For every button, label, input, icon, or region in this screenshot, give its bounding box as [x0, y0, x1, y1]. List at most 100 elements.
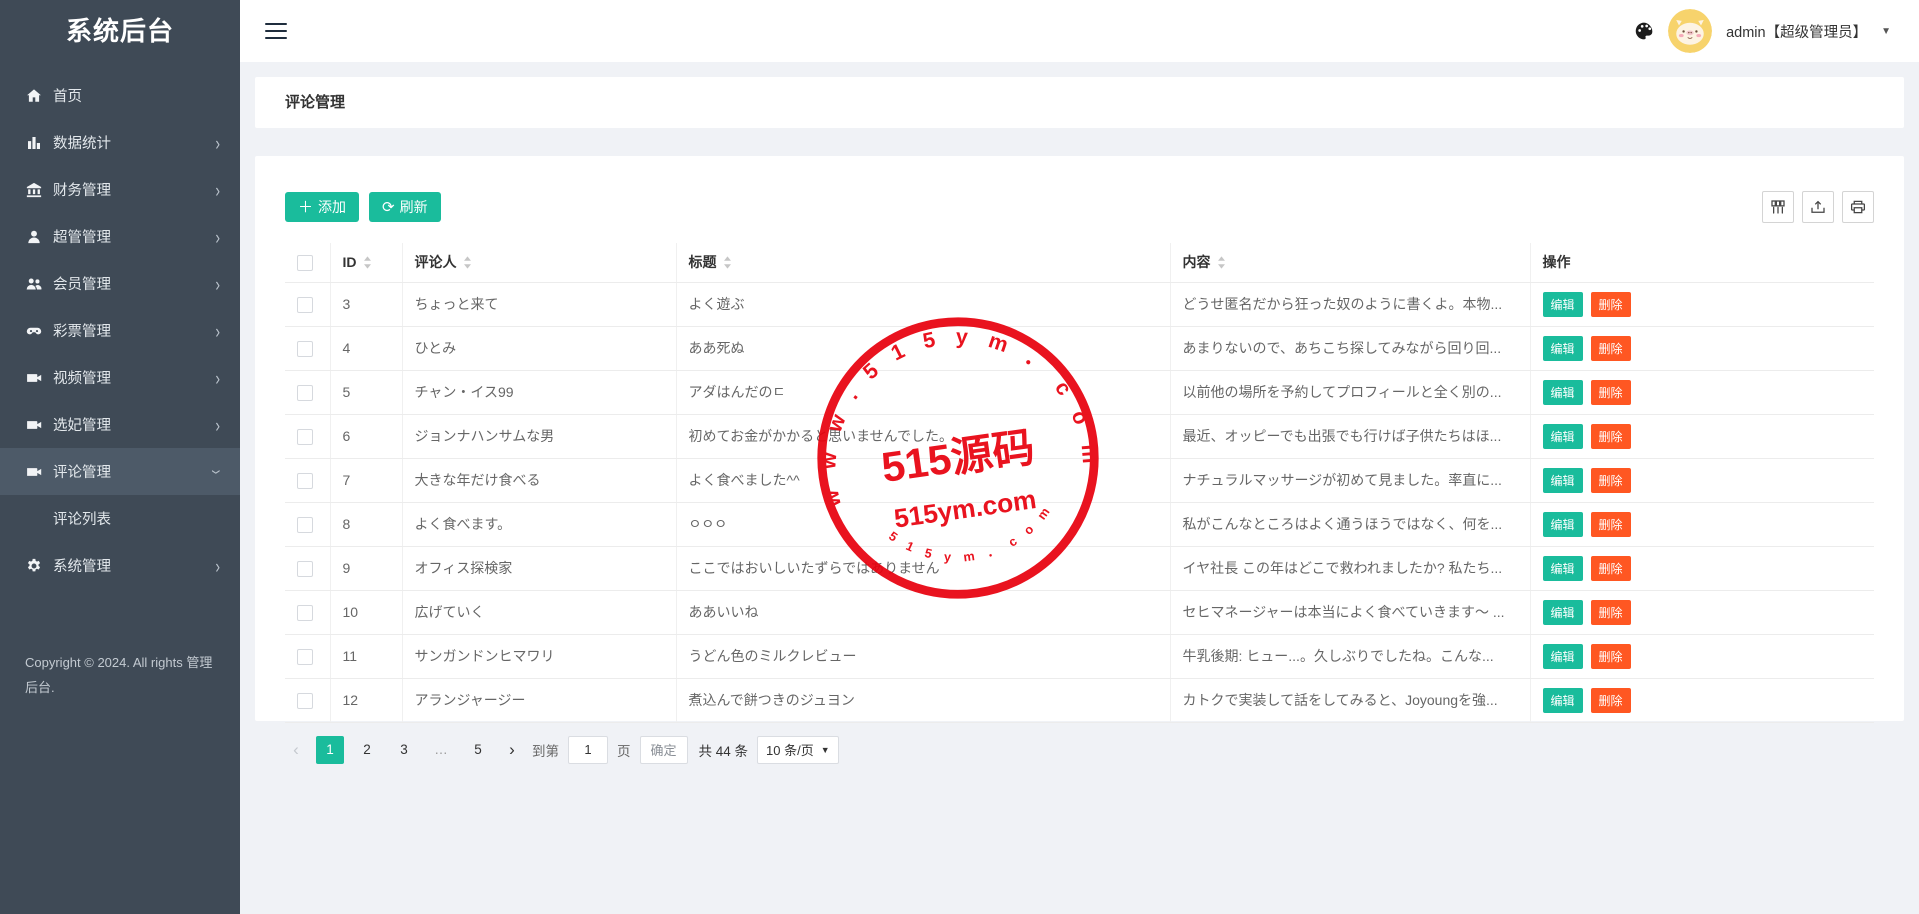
page-input[interactable]	[568, 736, 608, 764]
edit-button[interactable]: 编辑	[1543, 600, 1583, 625]
chevron-down-icon[interactable]: ▼	[1881, 26, 1891, 37]
delete-button[interactable]: 删除	[1591, 600, 1631, 625]
delete-button[interactable]: 删除	[1591, 512, 1631, 537]
column-header[interactable]: 内容	[1170, 243, 1530, 282]
sidebar-item[interactable]: 评论列表	[0, 495, 240, 542]
cell-content: あまりないので、あちこち探してみながら回り回...	[1170, 326, 1530, 370]
cell-title: 初めてお金がかかると思いませんでした。	[676, 414, 1170, 458]
edit-button[interactable]: 编辑	[1543, 336, 1583, 361]
page-number[interactable]: 1	[316, 736, 344, 764]
sort-icon[interactable]	[363, 256, 372, 269]
sidebar-item[interactable]: 系统管理›	[0, 542, 240, 589]
sidebar-item[interactable]: 超管管理›	[0, 213, 240, 260]
sidebar-item-label: 数据统计	[53, 132, 215, 153]
table-row: 6ジョンナハンサムな男初めてお金がかかると思いませんでした。最近、オッピーでも出…	[285, 414, 1874, 458]
refresh-icon: ⟳	[382, 200, 395, 215]
page-number[interactable]: 3	[390, 736, 418, 764]
table-row: 10広げていくああいいねセヒマネージャーは本当によく食べていきます～ ...编辑…	[285, 590, 1874, 634]
edit-button[interactable]: 编辑	[1543, 424, 1583, 449]
app-root: 系统后台 首页数据统计›财务管理›超管管理›会员管理›彩票管理›视频管理›选妃管…	[0, 0, 1919, 914]
edit-button[interactable]: 编辑	[1543, 688, 1583, 713]
row-checkbox[interactable]	[297, 385, 313, 401]
column-header[interactable]: 标题	[676, 243, 1170, 282]
add-button[interactable]: ＋ 添加	[285, 192, 359, 222]
page-unit-label: 页	[617, 740, 631, 760]
prev-page-icon[interactable]: ‹	[285, 740, 307, 760]
gear-icon	[25, 557, 43, 575]
row-checkbox[interactable]	[297, 341, 313, 357]
cell-content: イヤ社長 この年はどこで救われましたか? 私たち...	[1170, 546, 1530, 590]
cell-id: 12	[330, 678, 402, 722]
cell-commenter: 広げていく	[402, 590, 676, 634]
chevron-right-icon: ›	[215, 272, 220, 294]
table-header-row: ID评论人标题内容操作	[285, 243, 1874, 282]
cell-content: ナチュラルマッサージが初めて見ました。率直に...	[1170, 458, 1530, 502]
edit-button[interactable]: 编辑	[1543, 468, 1583, 493]
edit-button[interactable]: 编辑	[1543, 380, 1583, 405]
refresh-button[interactable]: ⟳ 刷新	[369, 192, 441, 222]
row-checkbox[interactable]	[297, 517, 313, 533]
row-checkbox[interactable]	[297, 297, 313, 313]
page-number[interactable]: 5	[464, 736, 492, 764]
delete-button[interactable]: 删除	[1591, 644, 1631, 669]
select-all-checkbox[interactable]	[297, 255, 313, 271]
delete-button[interactable]: 删除	[1591, 556, 1631, 581]
chevron-right-icon: ›	[215, 319, 220, 341]
chevron-right-icon: ›	[215, 131, 220, 153]
user-menu-label[interactable]: admin【超级管理员】	[1726, 21, 1867, 42]
next-page-icon[interactable]: ›	[501, 740, 523, 760]
page-size-select[interactable]: 10 条/页 ▼	[757, 736, 839, 764]
chevron-right-icon: ›	[215, 366, 220, 388]
delete-button[interactable]: 删除	[1591, 336, 1631, 361]
row-checkbox[interactable]	[297, 649, 313, 665]
row-checkbox[interactable]	[297, 429, 313, 445]
sort-icon[interactable]	[463, 256, 472, 269]
cell-content: 以前他の場所を予約してプロフィールと全く別の...	[1170, 370, 1530, 414]
delete-button[interactable]: 删除	[1591, 688, 1631, 713]
sort-icon[interactable]	[723, 256, 732, 269]
delete-button[interactable]: 删除	[1591, 424, 1631, 449]
row-checkbox[interactable]	[297, 473, 313, 489]
sidebar-item[interactable]: 视频管理›	[0, 354, 240, 401]
export-button[interactable]	[1802, 191, 1834, 223]
edit-button[interactable]: 编辑	[1543, 556, 1583, 581]
sidebar-item[interactable]: 选妃管理›	[0, 401, 240, 448]
edit-button[interactable]: 编辑	[1543, 644, 1583, 669]
column-header[interactable]: ID	[330, 243, 402, 282]
row-checkbox[interactable]	[297, 693, 313, 709]
delete-button[interactable]: 删除	[1591, 380, 1631, 405]
cell-commenter: 大きな年だけ食べる	[402, 458, 676, 502]
columns-button[interactable]	[1762, 191, 1794, 223]
sidebar-item[interactable]: 彩票管理›	[0, 307, 240, 354]
topbar: admin【超级管理员】 ▼	[240, 0, 1919, 62]
edit-button[interactable]: 编辑	[1543, 512, 1583, 537]
delete-button[interactable]: 删除	[1591, 468, 1631, 493]
confirm-button[interactable]: 确定	[640, 736, 688, 764]
cell-title: 煮込んで餅つきのジュヨン	[676, 678, 1170, 722]
print-button[interactable]	[1842, 191, 1874, 223]
page-number[interactable]: 2	[353, 736, 381, 764]
sidebar-item[interactable]: 首页	[0, 72, 240, 119]
delete-button[interactable]: 删除	[1591, 292, 1631, 317]
row-checkbox[interactable]	[297, 561, 313, 577]
sidebar-item[interactable]: 数据统计›	[0, 119, 240, 166]
menu-toggle-icon[interactable]	[265, 23, 287, 39]
cell-id: 11	[330, 634, 402, 678]
edit-button[interactable]: 编辑	[1543, 292, 1583, 317]
user-avatar[interactable]	[1668, 9, 1712, 53]
table-row: 3ちょっと来てよく遊ぶどうせ匿名だから狂った奴のように書くよ。本物...编辑删除	[285, 282, 1874, 326]
sidebar-item[interactable]: 会员管理›	[0, 260, 240, 307]
sidebar-item[interactable]: 财务管理›	[0, 166, 240, 213]
cell-commenter: サンガンドンヒマワリ	[402, 634, 676, 678]
cell-id: 9	[330, 546, 402, 590]
row-checkbox[interactable]	[297, 605, 313, 621]
cell-content: カトクで実装して話をしてみると、Joyoungを強...	[1170, 678, 1530, 722]
bar-chart-icon	[25, 134, 43, 152]
column-header[interactable]: 评论人	[402, 243, 676, 282]
cell-commenter: アランジャージー	[402, 678, 676, 722]
sidebar-item[interactable]: 评论管理›	[0, 448, 240, 495]
cell-id: 8	[330, 502, 402, 546]
video-icon	[25, 369, 43, 387]
theme-palette-icon[interactable]	[1634, 21, 1654, 41]
sort-icon[interactable]	[1217, 256, 1226, 269]
